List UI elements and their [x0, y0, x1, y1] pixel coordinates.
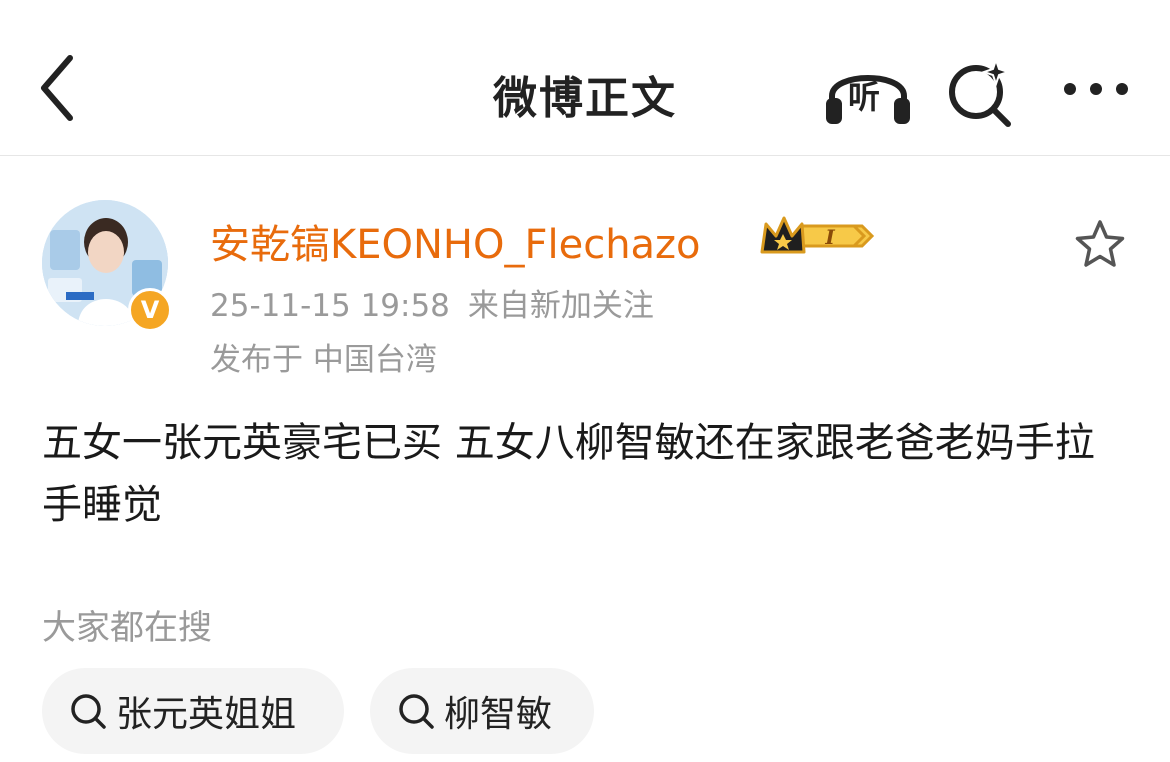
search-icon: [71, 694, 106, 729]
chip-label: 柳智敏: [444, 694, 553, 735]
post-timestamp: 25-11-15 19:58: [210, 288, 450, 324]
post-source: 来自新加关注: [467, 288, 654, 324]
vip-crown-badge-icon: I: [760, 216, 875, 254]
post-meta: 25-11-15 19:58 来自新加关注: [210, 280, 672, 325]
vip-level: I: [824, 225, 835, 249]
trending-search-chip[interactable]: 张元英姐姐: [42, 668, 344, 754]
search-button[interactable]: [944, 56, 1016, 128]
more-icon: [1064, 83, 1128, 95]
author-name[interactable]: 安乾镐KEONHO_Flechazo: [210, 212, 701, 270]
post-location: 发布于 中国台湾: [210, 342, 437, 378]
trending-search-chip[interactable]: 柳智敏: [370, 668, 594, 754]
search-icon: [399, 694, 434, 729]
post-text: 五女一张元英豪宅已买 五女八柳智敏还在家跟老爸老妈手拉手睡觉: [42, 420, 1095, 528]
favorite-button[interactable]: [1074, 218, 1126, 270]
listen-label: 听: [848, 78, 881, 116]
listen-button[interactable]: 听: [822, 58, 914, 126]
star-icon: [1075, 220, 1125, 267]
top-bar: 微博正文 听: [0, 0, 1170, 156]
chip-label: 张元英姐姐: [116, 694, 297, 735]
verified-badge: V: [128, 288, 172, 332]
more-button[interactable]: [1056, 64, 1136, 114]
trending-search-heading: 大家都在搜: [42, 608, 212, 648]
search-sparkle-icon: [949, 56, 1012, 127]
